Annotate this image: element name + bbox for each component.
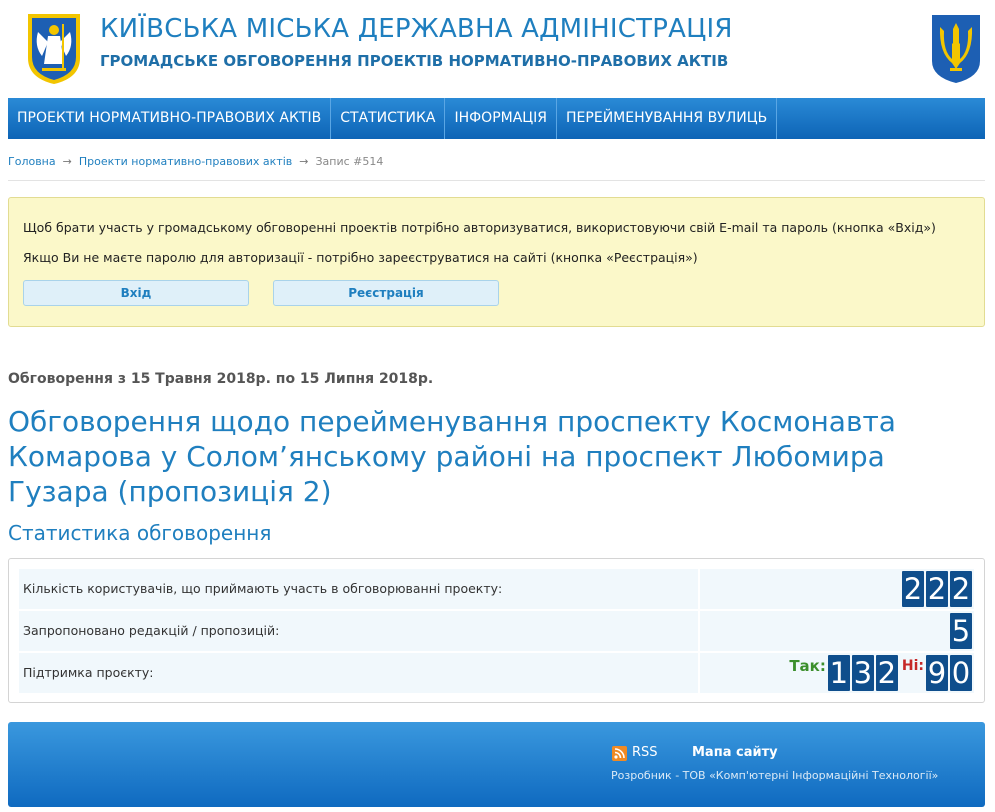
stats-label-participants: Кількість користувачів, що приймають уча… <box>23 581 503 596</box>
sitemap-link[interactable]: Мапа сайту <box>692 745 778 760</box>
notice-line-register: Якщо Ви не маєте паролю для авторизації … <box>23 250 698 265</box>
support-no-counter: 90 <box>926 655 972 691</box>
stats-table: Кількість користувачів, що приймають уча… <box>8 558 985 703</box>
notice-line-login: Щоб брати участь у громадському обговоре… <box>23 220 936 235</box>
nav-item-information[interactable]: ІНФОРМАЦІЯ <box>445 98 558 139</box>
breadcrumb-separator: → <box>62 155 72 168</box>
site-footer: RSS Мапа сайту Розробник - ТОВ «Комп'юте… <box>8 722 985 807</box>
support-yes-counter: 132 <box>827 655 898 691</box>
auth-notice: Щоб брати участь у громадському обговоре… <box>8 197 985 327</box>
main-nav: ПРОЕКТИ НОРМАТИВНО-ПРАВОВИХ АКТІВ СТАТИС… <box>8 98 985 139</box>
counter-digit: 2 <box>875 655 898 691</box>
stats-heading: Статистика обговорення <box>8 521 272 545</box>
counter-digit: 1 <box>827 655 850 691</box>
stats-row-participants: Кількість користувачів, що приймають уча… <box>19 569 974 609</box>
developer-credit: Розробник - ТОВ «Комп'ютерні Інформаційн… <box>611 769 939 782</box>
counter-digit: 2 <box>950 571 972 607</box>
column-divider <box>698 569 700 609</box>
participants-counter: 222 <box>902 571 972 607</box>
kyiv-coat-of-arms-icon[interactable] <box>26 12 82 86</box>
site-header: КИЇВСЬКА МІСЬКА ДЕРЖАВНА АДМІНІСТРАЦІЯ Г… <box>0 0 995 98</box>
proposals-counter: 5 <box>950 613 972 649</box>
stats-label-proposals: Запропоновано редакцій / пропозицій: <box>23 623 280 638</box>
counter-digit: 2 <box>926 571 948 607</box>
breadcrumb-home-link[interactable]: Головна <box>8 155 56 168</box>
counter-digit: 9 <box>926 655 948 691</box>
nav-item-street-renaming[interactable]: ПЕРЕЙМЕНУВАННЯ ВУЛИЦЬ <box>557 98 778 139</box>
stats-label-support: Підтримка проєкту: <box>23 665 154 680</box>
discussion-period: Обговорення з 15 Травня 2018р. по 15 Лип… <box>8 371 434 387</box>
breadcrumb-separator: → <box>299 155 309 168</box>
rss-link[interactable]: RSS <box>632 745 658 760</box>
stats-row-proposals: Запропоновано редакцій / пропозицій: 5 <box>19 611 974 651</box>
nav-item-projects[interactable]: ПРОЕКТИ НОРМАТИВНО-ПРАВОВИХ АКТІВ <box>8 98 332 139</box>
nav-item-statistics[interactable]: СТАТИСТИКА <box>331 98 446 139</box>
ukraine-trident-icon <box>932 15 980 83</box>
breadcrumb: Головна → Проекти нормативно-правових акті… <box>8 155 985 181</box>
rss-icon[interactable] <box>612 746 627 761</box>
counter-digit: 3 <box>851 655 874 691</box>
stats-row-support: Підтримка проєкту: Так: 132 Ні: 90 <box>19 653 974 693</box>
counter-digit: 5 <box>950 613 972 649</box>
site-title: КИЇВСЬКА МІСЬКА ДЕРЖАВНА АДМІНІСТРАЦІЯ <box>100 14 733 44</box>
site-subtitle: ГРОМАДСЬКЕ ОБГОВОРЕННЯ ПРОЕКТІВ НОРМАТИВ… <box>100 52 729 70</box>
register-button[interactable]: Реєстрація <box>273 280 499 306</box>
support-counters: Так: 132 Ні: 90 <box>789 655 972 691</box>
login-button[interactable]: Вхід <box>23 280 249 306</box>
counter-digit: 2 <box>902 571 924 607</box>
column-divider <box>698 653 700 693</box>
support-no-label: Ні: <box>901 658 924 674</box>
column-divider <box>698 611 700 651</box>
breadcrumb-projects-link[interactable]: Проекти нормативно-правових актів <box>79 155 292 168</box>
page-title: Обговорення щодо перейменування проспект… <box>8 405 896 508</box>
support-yes-label: Так: <box>789 657 826 675</box>
breadcrumb-current: Запис #514 <box>315 155 384 168</box>
counter-digit: 0 <box>950 655 972 691</box>
